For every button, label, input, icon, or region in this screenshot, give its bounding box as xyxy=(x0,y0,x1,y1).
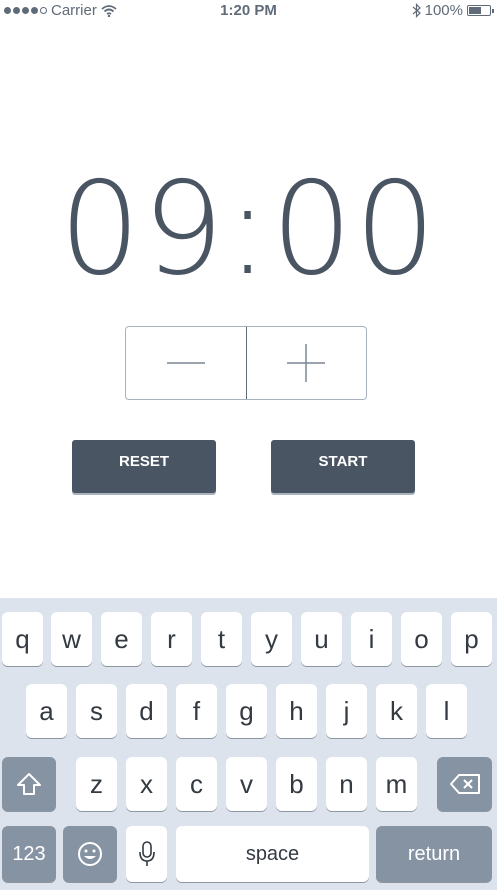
key-t[interactable]: t xyxy=(201,612,242,666)
battery-icon xyxy=(467,5,494,16)
key-m[interactable]: m xyxy=(376,757,417,811)
key-x[interactable]: x xyxy=(126,757,167,811)
backspace-icon xyxy=(449,774,480,794)
timer-display: 09:00 xyxy=(59,155,438,304)
time-stepper xyxy=(125,326,367,400)
key-h[interactable]: h xyxy=(276,684,317,738)
shift-arrow-icon xyxy=(17,773,41,795)
key-l[interactable]: l xyxy=(426,684,467,738)
status-bar: Carrier 1:20 PM 100% xyxy=(0,0,497,22)
key-s[interactable]: s xyxy=(76,684,117,738)
numbers-key[interactable]: 123 xyxy=(2,826,56,882)
key-b[interactable]: b xyxy=(276,757,317,811)
key-o[interactable]: o xyxy=(401,612,442,666)
start-button[interactable]: START xyxy=(271,440,415,493)
key-v[interactable]: v xyxy=(226,757,267,811)
shift-key[interactable] xyxy=(2,757,56,811)
backspace-key[interactable] xyxy=(437,757,492,811)
bluetooth-icon xyxy=(412,3,421,18)
reset-button[interactable]: RESET xyxy=(72,440,216,493)
dictation-key[interactable] xyxy=(126,826,167,882)
return-key[interactable]: return xyxy=(376,826,492,882)
key-u[interactable]: u xyxy=(301,612,342,666)
plus-icon xyxy=(287,344,326,382)
key-k[interactable]: k xyxy=(376,684,417,738)
key-c[interactable]: c xyxy=(176,757,217,811)
key-p[interactable]: p xyxy=(451,612,492,666)
microphone-icon xyxy=(138,841,155,866)
key-w[interactable]: w xyxy=(51,612,92,666)
key-d[interactable]: d xyxy=(126,684,167,738)
key-e[interactable]: e xyxy=(101,612,142,666)
key-z[interactable]: z xyxy=(76,757,117,811)
key-i[interactable]: i xyxy=(351,612,392,666)
decrement-button[interactable] xyxy=(126,327,246,399)
space-key[interactable]: space xyxy=(176,826,369,882)
increment-button[interactable] xyxy=(247,327,367,399)
key-a[interactable]: a xyxy=(26,684,67,738)
key-f[interactable]: f xyxy=(176,684,217,738)
timer-screen: Carrier 1:20 PM 100% 09:00 RESET START q… xyxy=(0,0,497,890)
key-r[interactable]: r xyxy=(151,612,192,666)
emoji-key[interactable] xyxy=(63,826,117,882)
key-q[interactable]: q xyxy=(2,612,43,666)
key-j[interactable]: j xyxy=(326,684,367,738)
battery-percent: 100% xyxy=(424,2,463,19)
key-y[interactable]: y xyxy=(251,612,292,666)
status-right: 100% xyxy=(412,2,494,19)
emoji-icon xyxy=(78,842,102,866)
key-g[interactable]: g xyxy=(226,684,267,738)
minus-icon xyxy=(166,362,205,364)
key-n[interactable]: n xyxy=(326,757,367,811)
keyboard: q w e r t y u i o p a s d f g h j k l z … xyxy=(0,598,497,890)
